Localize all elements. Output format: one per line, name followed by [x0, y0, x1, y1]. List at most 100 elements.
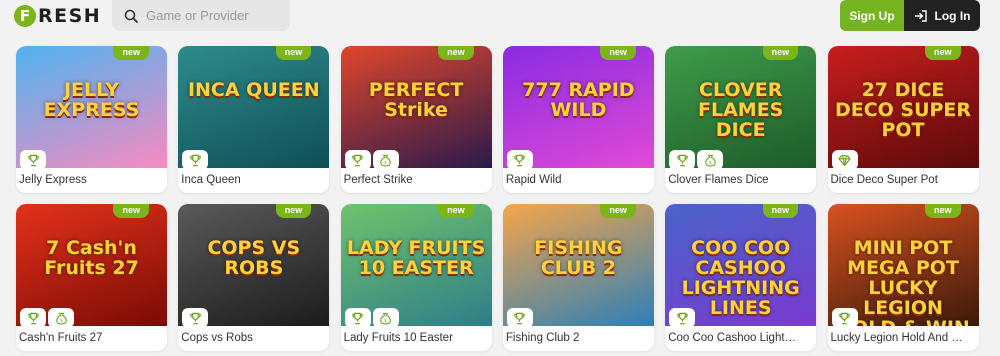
game-thumbnail[interactable]: 7 Cash'n Fruits 27 new $	[16, 204, 167, 326]
game-title[interactable]: Lady Fruits 10 Easter	[344, 332, 490, 344]
game-card[interactable]: INCA QUEEN new Inca Queen	[178, 46, 330, 193]
new-badge: new	[924, 46, 961, 60]
game-card[interactable]: LADY FRUITS 10 EASTER new $ Lady Fruits 10 …	[340, 204, 492, 351]
trophy-icon	[20, 308, 46, 326]
game-art-logo: LADY FRUITS 10 EASTER	[346, 237, 486, 279]
trophy-icon	[506, 308, 533, 326]
game-title[interactable]: Perfect Strike	[344, 174, 490, 186]
feature-icons	[831, 308, 858, 326]
search-input[interactable]	[146, 8, 286, 23]
game-card[interactable]: COPS VS ROBS new Cops vs Robs	[178, 204, 330, 351]
svg-text:$: $	[709, 159, 712, 165]
game-title[interactable]: Rapid Wild	[506, 174, 652, 186]
svg-text:$: $	[384, 317, 387, 323]
game-thumbnail[interactable]: COO COO CASHOO LIGHTNING LINES new	[665, 204, 817, 326]
trophy-icon	[831, 308, 858, 326]
new-badge: new	[762, 46, 799, 60]
new-badge: new	[600, 204, 636, 218]
game-title[interactable]: Cops vs Robs	[181, 332, 327, 344]
game-card[interactable]: PERFECT Strike new $ Perfect Strike	[340, 46, 492, 193]
game-art-logo: JELLY EXPRESS	[43, 79, 140, 121]
new-badge: new	[600, 46, 636, 60]
game-art-logo: 27 DICE DECO SUPER POT	[834, 79, 972, 141]
feature-icons	[831, 150, 858, 168]
feature-icons: $	[344, 150, 399, 168]
new-badge: new	[113, 46, 149, 60]
trophy-icon	[669, 308, 696, 326]
new-badge: new	[113, 204, 149, 218]
game-card[interactable]: CLOVER FLAMES DICE new $ Clover Flames Dice	[665, 46, 817, 193]
game-card[interactable]: MINI POT MEGA POT LUCKY LEGION HOLD & WI…	[827, 204, 979, 351]
game-thumbnail[interactable]: FISHING CLUB 2 new	[502, 204, 654, 326]
new-badge: new	[438, 46, 474, 60]
game-title[interactable]: Inca Queen	[181, 174, 327, 186]
top-bar: F RESH Sign Up Log In	[0, 0, 1000, 32]
game-thumbnail[interactable]: 27 DICE DECO SUPER POT new	[827, 46, 979, 168]
game-title[interactable]: Clover Flames Dice	[668, 174, 814, 186]
new-badge: new	[438, 204, 474, 218]
feature-icons	[506, 308, 533, 326]
game-card[interactable]: FISHING CLUB 2 new Fishing Club 2	[502, 204, 654, 351]
new-badge: new	[924, 204, 961, 218]
game-card[interactable]: COO COO CASHOO LIGHTNING LINES new Coo Coo…	[665, 204, 817, 351]
svg-text:$: $	[60, 317, 63, 323]
game-thumbnail[interactable]: MINI POT MEGA POT LUCKY LEGION HOLD & WI…	[827, 204, 979, 326]
money-bag-icon: $	[48, 308, 74, 326]
search-box[interactable]	[112, 0, 290, 31]
game-title[interactable]: Dice Deco Super Pot	[831, 174, 977, 186]
logo-mark: F	[14, 5, 36, 27]
trophy-icon	[506, 150, 533, 168]
trophy-icon	[344, 308, 371, 326]
sign-up-label: Sign Up	[849, 8, 895, 23]
money-bag-icon: $	[372, 308, 399, 326]
feature-icons	[182, 308, 209, 326]
feature-icons	[182, 150, 209, 168]
new-badge: new	[762, 204, 799, 218]
money-bag-icon: $	[372, 150, 399, 168]
game-card[interactable]: 7 Cash'n Fruits 27 new $ Cash'n Fruits 27	[16, 204, 167, 351]
feature-icons	[506, 150, 533, 168]
login-icon	[914, 9, 927, 22]
game-title[interactable]: Fishing Club 2	[506, 332, 652, 344]
game-card[interactable]: JELLY EXPRESS new Jelly Express	[16, 46, 167, 193]
game-card[interactable]: 27 DICE DECO SUPER POT new Dice Deco Super…	[827, 46, 979, 193]
fresh-logo[interactable]: F RESH	[14, 5, 101, 27]
svg-text:$: $	[384, 159, 387, 165]
money-bag-icon: $	[697, 150, 724, 168]
game-art-logo: PERFECT Strike	[368, 79, 464, 121]
feature-icons	[669, 308, 696, 326]
new-badge: new	[275, 204, 312, 218]
sign-up-button[interactable]: Sign Up	[840, 0, 904, 31]
game-thumbnail[interactable]: CLOVER FLAMES DICE new $	[665, 46, 817, 168]
trophy-icon	[669, 150, 696, 168]
game-art-logo: INCA QUEEN	[187, 79, 320, 101]
feature-icons	[20, 150, 46, 168]
trophy-icon	[344, 150, 371, 168]
game-art-logo: FISHING CLUB 2	[534, 237, 623, 279]
game-thumbnail[interactable]: INCA QUEEN new	[178, 46, 330, 168]
game-thumbnail[interactable]: 777 RAPID WILD new	[502, 46, 654, 168]
game-art-logo: CLOVER FLAMES DICE	[698, 79, 784, 141]
search-icon	[124, 9, 138, 23]
game-title[interactable]: Jelly Express	[19, 174, 165, 186]
diamond-icon	[831, 150, 858, 168]
game-art-logo: 777 RAPID WILD	[522, 79, 635, 121]
log-in-label: Log In	[934, 8, 971, 23]
game-title[interactable]: Cash'n Fruits 27	[19, 332, 165, 344]
feature-icons: $	[344, 308, 399, 326]
game-title[interactable]: Coo Coo Cashoo Light…	[668, 332, 814, 344]
game-title[interactable]: Lucky Legion Hold And …	[831, 332, 977, 344]
logo-text: RESH	[38, 5, 102, 27]
game-card[interactable]: 777 RAPID WILD new Rapid Wild	[502, 46, 654, 193]
trophy-icon	[20, 150, 46, 168]
game-thumbnail[interactable]: PERFECT Strike new $	[340, 46, 492, 168]
trophy-icon	[182, 150, 209, 168]
feature-icons: $	[669, 150, 724, 168]
new-badge: new	[275, 46, 312, 60]
game-thumbnail[interactable]: LADY FRUITS 10 EASTER new $	[340, 204, 492, 326]
trophy-icon	[182, 308, 209, 326]
log-in-button[interactable]: Log In	[904, 0, 980, 31]
game-thumbnail[interactable]: COPS VS ROBS new	[178, 204, 330, 326]
game-art-logo: COPS VS ROBS	[207, 237, 301, 279]
game-thumbnail[interactable]: JELLY EXPRESS new	[16, 46, 167, 168]
